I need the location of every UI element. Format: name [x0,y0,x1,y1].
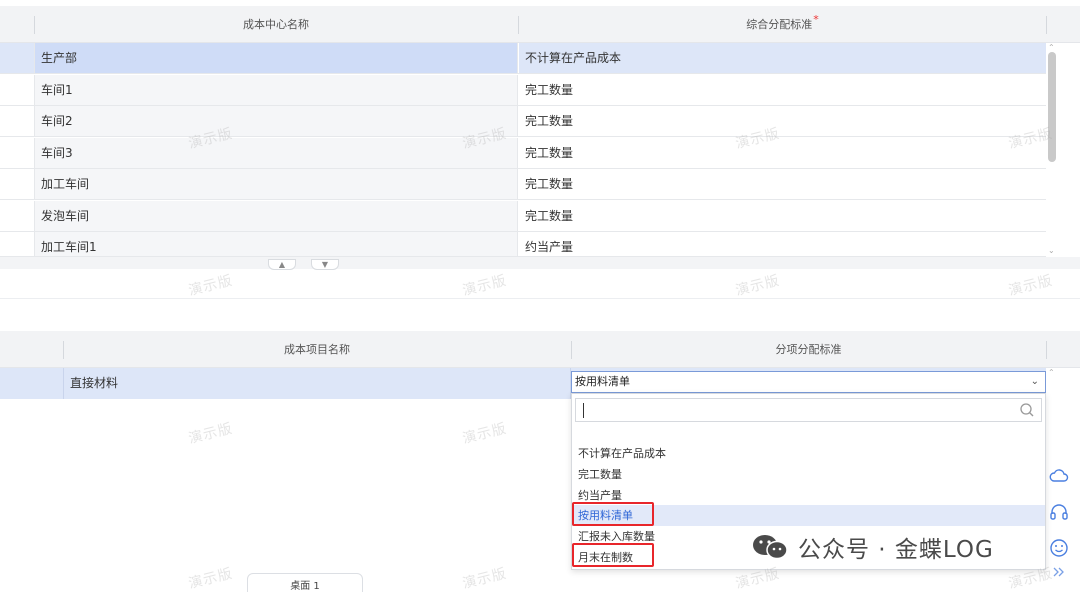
scroll-down-icon[interactable]: ⌄ [1048,246,1055,255]
dropdown-search-input[interactable] [575,398,1042,422]
cost-center-name-cell[interactable]: 发泡车间 [34,201,518,231]
brand-text: 公众号 · 金蝶LOG [798,537,994,563]
cost-center-name-cell[interactable]: 加工车间 [34,169,518,199]
cost-center-name-cell[interactable]: 生产部 [34,43,518,73]
cost-center-name-cell[interactable]: 车间1 [34,75,518,105]
scroll-up-icon[interactable]: ⌃ [1048,43,1055,52]
watermark: 演示版 [460,420,509,448]
table-row[interactable]: 生产部 不计算在产品成本 [0,43,1046,74]
cost-center-name-cell[interactable]: 加工车间1 [34,232,518,256]
table-row[interactable]: 车间2 完工数量 [0,106,1046,137]
row-selector[interactable] [0,75,34,105]
column-separator [1046,341,1047,359]
watermark: 演示版 [1006,272,1055,300]
bottom-grid-header: 成本项目名称 分项分配标准 [0,331,1080,368]
table-row[interactable]: 车间1 完工数量 [0,75,1046,106]
collapse-down-button[interactable]: ▼ [311,259,339,270]
text-caret [583,403,584,418]
table-row[interactable]: 车间3 完工数量 [0,138,1046,169]
scrollbar-thumb[interactable] [1048,52,1056,162]
allocation-standard-cell[interactable]: 完工数量 [519,106,1046,136]
watermark: 演示版 [460,272,509,300]
smile-icon[interactable] [1048,537,1070,559]
search-icon[interactable] [1019,402,1035,418]
cost-item-name-cell[interactable]: 直接材料 [63,368,571,399]
allocation-standard-select[interactable]: 按用料清单 ⌄ [571,371,1046,393]
allocation-standard-cell[interactable]: 完工数量 [519,75,1046,105]
cloud-icon[interactable] [1048,465,1070,487]
table-row[interactable]: 加工车间 完工数量 [0,169,1046,200]
collapse-up-button[interactable]: ▲ [268,259,296,270]
row-selector[interactable] [0,169,34,199]
column-header-allocation-standard[interactable]: 综合分配标准* [519,6,1046,43]
row-selector[interactable] [0,201,34,231]
table-row[interactable]: 发泡车间 完工数量 [0,201,1046,232]
chevron-down-icon[interactable]: ⌄ [1031,372,1039,392]
column-separator [1046,16,1047,34]
watermark: 演示版 [186,420,235,448]
row-selector[interactable] [0,232,34,256]
highlight-box [572,543,654,567]
top-grid-header: 成本中心名称 综合分配标准* [0,6,1080,43]
select-value: 按用料清单 [575,375,630,388]
required-mark: * [813,13,819,26]
divider [0,298,1080,299]
allocation-standard-cell[interactable]: 约当产量 [519,232,1046,256]
watermark: 演示版 [186,565,235,592]
row-selector[interactable] [0,106,34,136]
allocation-standard-cell[interactable]: 不计算在产品成本 [519,43,1046,73]
column-header-cost-center[interactable]: 成本中心名称 [34,6,518,43]
cost-center-name-cell[interactable]: 车间2 [34,106,518,136]
allocation-standard-cell[interactable]: 完工数量 [519,201,1046,231]
column-header-cost-item[interactable]: 成本项目名称 [63,331,571,368]
wechat-brand-overlay: 公众号 · 金蝶LOG [750,532,994,563]
row-selector[interactable] [0,138,34,168]
row-selector[interactable] [0,43,34,73]
headset-icon[interactable] [1048,501,1070,523]
watermark: 演示版 [460,565,509,592]
double-chevron-right-icon[interactable] [1048,561,1070,583]
highlight-box [572,502,654,526]
allocation-standard-cell[interactable]: 完工数量 [519,169,1046,199]
scroll-up-icon[interactable]: ⌃ [1048,368,1055,377]
table-row[interactable]: 加工车间1 约当产量 [0,232,1046,257]
wechat-icon [753,535,788,560]
watermark: 演示版 [733,272,782,300]
panel-splitter[interactable] [0,257,1080,269]
allocation-standard-cell[interactable]: 完工数量 [519,138,1046,168]
desktop-tab[interactable]: 桌面 1 [247,573,363,592]
watermark: 演示版 [186,272,235,300]
column-header-item-standard[interactable]: 分项分配标准 [571,331,1046,368]
cost-center-name-cell[interactable]: 车间3 [34,138,518,168]
dropdown-option[interactable]: 不计算在产品成本 [572,443,1045,464]
dropdown-option[interactable]: 完工数量 [572,464,1045,485]
